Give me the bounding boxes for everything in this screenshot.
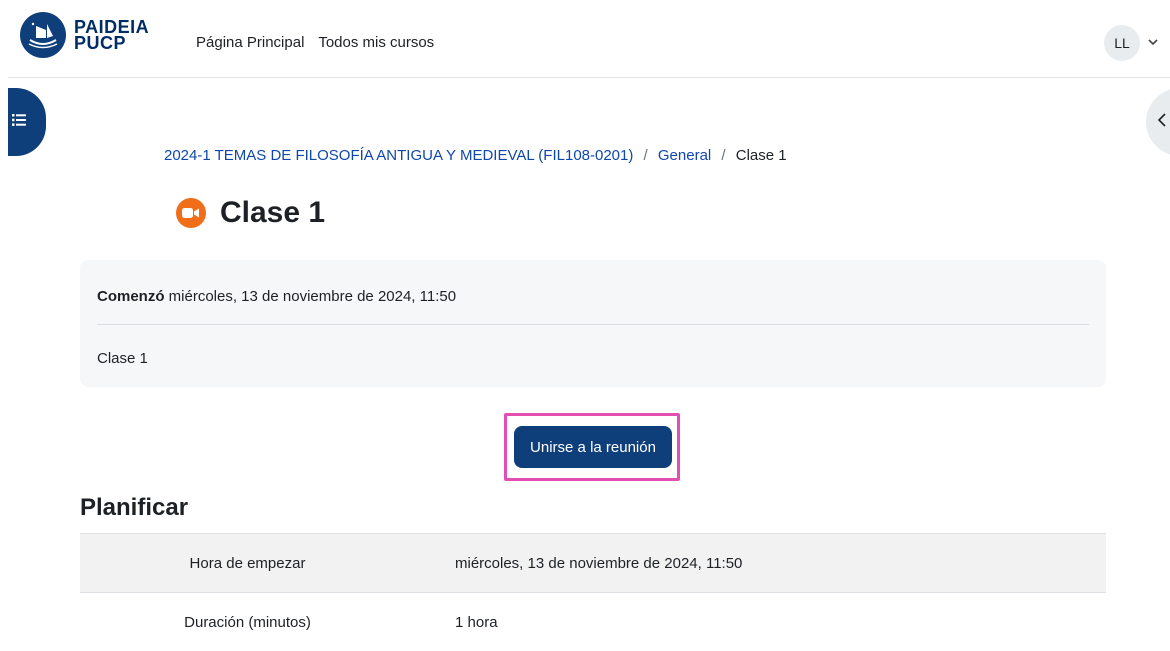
user-menu[interactable]: LL (1104, 25, 1158, 61)
top-navbar: PAIDEIA PUCP Página Principal Todos mis … (8, 0, 1170, 78)
divider (97, 324, 1089, 325)
join-meeting-button[interactable]: Unirse a la reunión (514, 426, 672, 468)
schedule-value: miércoles, 13 de noviembre de 2024, 11:5… (415, 534, 1106, 593)
zoom-video-icon (176, 198, 206, 228)
brand-logo-link[interactable]: PAIDEIA PUCP (20, 12, 149, 58)
schedule-label: Duración (minutos) (80, 593, 415, 651)
breadcrumb-separator: / (721, 147, 725, 164)
activity-header: Clase 1 (176, 196, 325, 230)
start-value: miércoles, 13 de noviembre de 2024, 11:5… (165, 288, 457, 305)
table-row: Hora de empezar miércoles, 13 de noviemb… (80, 534, 1106, 593)
schedule-value: 1 hora (415, 593, 1106, 651)
schedule-heading: Planificar (80, 494, 188, 522)
ship-logo-icon (20, 12, 66, 58)
nav-link-courses[interactable]: Todos mis cursos (318, 34, 434, 51)
start-label: Comenzó (97, 288, 165, 305)
page-title: Clase 1 (220, 196, 325, 230)
breadcrumb-section-link[interactable]: General (658, 147, 711, 164)
chevron-left-icon (1158, 113, 1166, 132)
breadcrumb-course-link[interactable]: 2024-1 TEMAS DE FILOSOFÍA ANTIGUA Y MEDI… (164, 147, 633, 164)
brand-text: PAIDEIA PUCP (74, 19, 149, 51)
schedule-label: Hora de empezar (80, 534, 415, 593)
primary-nav: Página Principal Todos mis cursos (196, 34, 444, 51)
brand-line2: PUCP (74, 35, 149, 51)
activity-info-box: Comenzó miércoles, 13 de noviembre de 20… (80, 260, 1106, 387)
chevron-down-icon[interactable] (1148, 37, 1158, 49)
table-row: Duración (minutos) 1 hora (80, 593, 1106, 651)
activity-description: Clase 1 (97, 350, 148, 367)
block-drawer-toggle[interactable] (1146, 88, 1170, 156)
breadcrumb-separator: / (644, 147, 648, 164)
breadcrumb: 2024-1 TEMAS DE FILOSOFÍA ANTIGUA Y MEDI… (164, 147, 787, 164)
user-avatar[interactable]: LL (1104, 25, 1140, 61)
nav-link-home[interactable]: Página Principal (196, 34, 304, 51)
schedule-table: Hora de empezar miércoles, 13 de noviemb… (80, 533, 1106, 651)
breadcrumb-current: Clase 1 (736, 147, 787, 164)
list-icon (12, 113, 26, 131)
start-date-line: Comenzó miércoles, 13 de noviembre de 20… (97, 288, 456, 305)
course-index-toggle[interactable] (8, 88, 46, 156)
